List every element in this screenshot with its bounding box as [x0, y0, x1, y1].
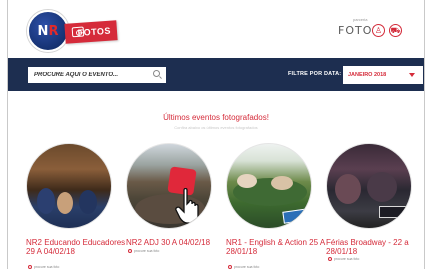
event-meta[interactable]: procure sua foto — [328, 257, 408, 261]
pointer-hand-icon — [175, 188, 199, 224]
event-photo[interactable] — [126, 143, 212, 229]
event-title[interactable]: NR2 Educando Educadores 29 A 04/02/18 — [26, 238, 126, 256]
user-icon[interactable]: ♙ — [372, 24, 385, 37]
page: N R FOTOS parceria FOTOP ♙ ⛟ FILTRE POR … — [7, 0, 425, 269]
section-title: Últimos eventos fotografados! — [163, 113, 269, 122]
event-badge-image — [282, 208, 310, 224]
event-title[interactable]: Férias Broadway - 22 a 28/01/18 — [326, 238, 424, 256]
event-meta-label: procure sua foto — [234, 265, 260, 269]
section-subtitle: Confira abaixo os últimos eventos fotogr… — [174, 125, 258, 130]
event-meta-label: procure sua foto — [334, 257, 360, 261]
event-photo[interactable] — [326, 143, 412, 229]
fotos-tag[interactable]: FOTOS — [64, 20, 118, 44]
logo-letter-r: R — [48, 23, 59, 39]
event-meta[interactable]: procure sua foto — [128, 249, 208, 253]
date-filter-value: JANEIRO 2018 — [348, 72, 387, 78]
event-photo[interactable] — [26, 143, 112, 229]
camera-icon — [228, 265, 232, 269]
event-meta[interactable]: procure sua foto — [28, 265, 108, 269]
cart-icon[interactable]: ⛟ — [389, 24, 402, 37]
camera-icon — [128, 249, 132, 253]
event-photo[interactable] — [226, 143, 312, 229]
event-search-input[interactable] — [28, 67, 166, 83]
site-header: N R FOTOS parceria FOTOP ♙ ⛟ — [8, 0, 424, 58]
event-meta-label: procure sua foto — [134, 249, 160, 253]
event-meta-label: procure sua foto — [34, 265, 60, 269]
date-filter-label: FILTRE POR DATA: — [288, 71, 342, 77]
search-icon[interactable] — [153, 70, 160, 77]
chevron-down-icon — [409, 73, 415, 77]
search-bar: FILTRE POR DATA: JANEIRO 2018 — [8, 58, 424, 91]
event-badge-image — [379, 206, 409, 218]
event-meta[interactable]: procure sua foto — [228, 265, 308, 269]
camera-icon — [28, 265, 32, 269]
date-filter-select[interactable]: JANEIRO 2018 — [343, 66, 423, 84]
nr-logo[interactable]: N R — [27, 10, 69, 52]
partner-superscript: parceria — [353, 17, 368, 22]
event-title[interactable]: NR2 ADJ 30 A 04/02/18 — [126, 238, 226, 248]
event-title[interactable]: NR1 - English & Action 25 A 28/01/18 — [226, 238, 326, 256]
camera-icon — [71, 26, 85, 38]
logo-letter-n: N — [37, 23, 49, 39]
camera-icon — [328, 257, 332, 261]
